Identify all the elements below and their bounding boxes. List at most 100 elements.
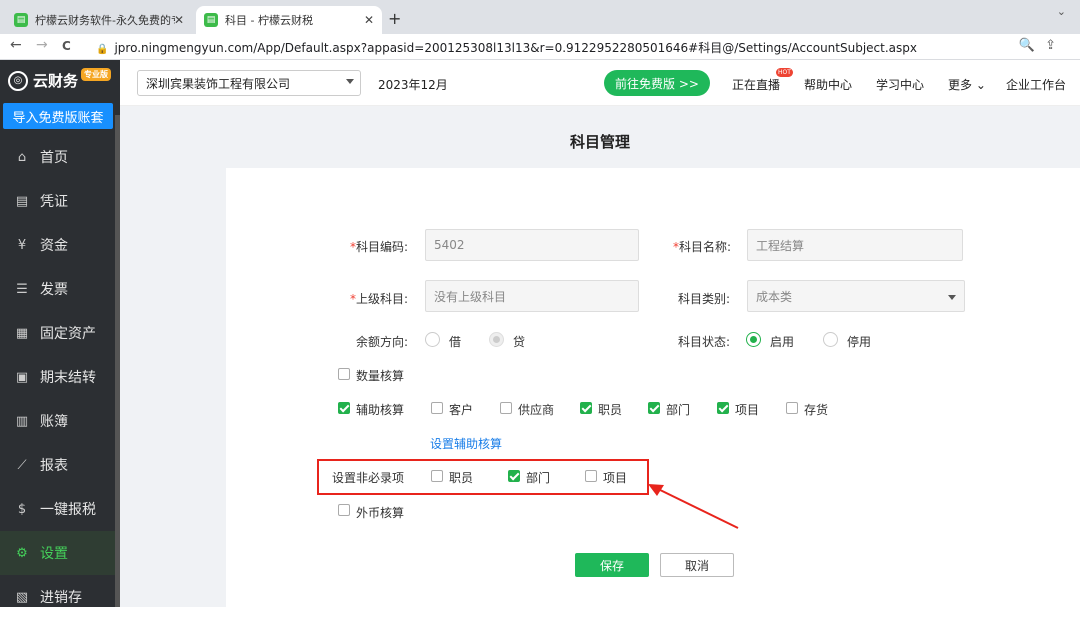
- asset-icon: ▦: [15, 325, 29, 341]
- more-menu[interactable]: 更多 ⌄: [948, 76, 986, 93]
- auxiliary-label: 辅助核算: [356, 403, 405, 417]
- lemon-favicon-icon: ▤: [14, 13, 28, 27]
- set-auxiliary-link[interactable]: 设置辅助核算: [430, 435, 502, 452]
- aux-option-checkbox[interactable]: [580, 402, 592, 414]
- invoice-icon: ☰: [16, 281, 28, 297]
- close-tab-icon[interactable]: ✕: [364, 13, 374, 27]
- cancel-button[interactable]: 取消: [660, 553, 734, 577]
- main-content: 科目管理: [120, 106, 1080, 607]
- foreign-currency-label: 外币核算: [356, 506, 405, 520]
- zoom-icon[interactable]: 🔍: [1019, 38, 1045, 53]
- sidebar-item-1[interactable]: ▤ 凭证: [0, 179, 115, 223]
- report-icon: ⟋: [17, 457, 27, 473]
- quantity-checkbox[interactable]: [338, 368, 350, 380]
- nonrequired-option-label: 职员: [449, 471, 474, 485]
- company-name: 深圳宾果装饰工程有限公司: [146, 76, 291, 91]
- accounting-period[interactable]: 2023年12月: [378, 76, 448, 93]
- foreign-currency-checkbox[interactable]: [338, 504, 350, 516]
- ledger-icon: ▥: [15, 413, 29, 429]
- page-title: 科目管理: [569, 133, 630, 151]
- sidebar-item-label: 首页: [40, 150, 68, 166]
- parent-label: *上级科目:: [350, 292, 409, 306]
- auxiliary-checkbox[interactable]: [338, 402, 350, 414]
- cloud-logo-icon: ◎: [8, 70, 28, 91]
- code-input[interactable]: 5402: [425, 229, 639, 261]
- browser-tab-subject[interactable]: ▤ 科目 - 柠檬云财税 ✕: [196, 6, 382, 34]
- sidebar-item-5[interactable]: ▣ 期末结转: [0, 355, 115, 399]
- voucher-icon: ▤: [15, 193, 29, 209]
- aux-option-label: 存货: [804, 403, 829, 417]
- enabled-label: 启用: [770, 335, 795, 349]
- sidebar-item-7[interactable]: ⟋ 报表: [0, 443, 115, 487]
- top-header: 深圳宾果装饰工程有限公司 2023年12月 前往免费版 >> 正在直播 HOT …: [120, 60, 1080, 106]
- sidebar-item-0[interactable]: ⌂ 首页: [0, 135, 115, 179]
- learning-center-link[interactable]: 学习中心: [876, 76, 924, 93]
- tab-search-icon[interactable]: ⌄: [1057, 5, 1066, 18]
- goto-free-version-button[interactable]: 前往免费版 >>: [604, 70, 710, 96]
- aux-option-label: 供应商: [518, 403, 555, 417]
- category-select[interactable]: 成本类: [747, 280, 965, 312]
- company-select[interactable]: 深圳宾果装饰工程有限公司: [137, 70, 361, 96]
- new-tab-button[interactable]: +: [388, 9, 401, 28]
- save-button[interactable]: 保存: [575, 553, 649, 577]
- app-logo[interactable]: ◎ 云财务 专业版: [8, 68, 112, 91]
- nonrequired-option-checkbox[interactable]: [585, 470, 597, 482]
- hot-badge: HOT: [776, 68, 793, 77]
- sidebar-item-9[interactable]: ⚙ 设置: [0, 531, 115, 575]
- logo-text: 云财务: [33, 72, 79, 90]
- sidebar-item-2[interactable]: ¥ 资金: [0, 223, 115, 267]
- chevron-down-icon: [346, 79, 354, 84]
- sidebar-item-label: 发票: [40, 282, 68, 298]
- sidebar-item-6[interactable]: ▥ 账簿: [0, 399, 115, 443]
- sidebar-item-label: 一键报税: [40, 502, 96, 518]
- parent-input[interactable]: 没有上级科目: [425, 280, 639, 312]
- sidebar-item-label: 进销存: [40, 590, 82, 606]
- period-close-icon: ▣: [15, 369, 29, 385]
- aux-option-checkbox[interactable]: [717, 402, 729, 414]
- disabled-radio[interactable]: [823, 332, 838, 347]
- name-label: *科目名称:: [673, 240, 732, 254]
- address-bar: ← → C 🔒 jpro.ningmengyun.com/App/Default.…: [0, 34, 1080, 60]
- credit-radio[interactable]: [489, 332, 504, 347]
- sidebar-item-3[interactable]: ☰ 发票: [0, 267, 115, 311]
- aux-option-checkbox[interactable]: [500, 402, 512, 414]
- debit-radio[interactable]: [425, 332, 440, 347]
- settings-icon: ⚙: [16, 545, 28, 561]
- live-link[interactable]: 正在直播: [732, 76, 780, 93]
- status-label: 科目状态:: [678, 335, 731, 349]
- back-icon[interactable]: ←: [10, 37, 22, 53]
- category-value: 成本类: [756, 289, 793, 304]
- sidebar-item-4[interactable]: ▦ 固定资产: [0, 311, 115, 355]
- nonrequired-option-label: 部门: [526, 471, 551, 485]
- name-input[interactable]: 工程结算: [747, 229, 963, 261]
- credit-label: 贷: [513, 335, 526, 349]
- debit-label: 借: [449, 335, 462, 349]
- aux-option-label: 项目: [735, 403, 760, 417]
- browser-tab-lemon-home[interactable]: ▤ 柠檬云财务软件-永久免费的专业... ✕: [6, 6, 192, 34]
- category-label: 科目类别:: [678, 292, 731, 306]
- nonrequired-label: 设置非必录项: [332, 471, 405, 485]
- lemon-favicon-icon: ▤: [204, 13, 218, 27]
- nonrequired-option-checkbox[interactable]: [431, 470, 443, 482]
- sidebar-item-8[interactable]: $ 一键报税: [0, 487, 115, 531]
- nonrequired-option-label: 项目: [603, 471, 628, 485]
- sidebar-item-10[interactable]: ▧ 进销存: [0, 575, 115, 619]
- forward-icon[interactable]: →: [36, 37, 48, 53]
- share-icon[interactable]: ⇪: [1045, 38, 1066, 53]
- annotation-arrow-icon: [648, 484, 739, 529]
- import-free-book-button[interactable]: 导入免费版账套: [3, 103, 113, 129]
- enabled-radio[interactable]: [746, 332, 761, 347]
- help-center-link[interactable]: 帮助中心: [804, 76, 852, 93]
- sidebar-item-label: 固定资产: [40, 326, 96, 342]
- enterprise-workbench-link[interactable]: 企业工作台: [1006, 76, 1066, 93]
- aux-option-checkbox[interactable]: [786, 402, 798, 414]
- url-text: jpro.ningmengyun.com/App/Default.aspx?ap…: [114, 41, 917, 55]
- reload-icon[interactable]: C: [62, 39, 71, 53]
- aux-option-checkbox[interactable]: [431, 402, 443, 414]
- url-field[interactable]: 🔒 jpro.ningmengyun.com/App/Default.aspx?a…: [96, 39, 917, 56]
- sidebar-item-label: 凭证: [40, 194, 68, 210]
- aux-option-checkbox[interactable]: [648, 402, 660, 414]
- aux-option-label: 职员: [598, 403, 623, 417]
- nonrequired-option-checkbox[interactable]: [508, 470, 520, 482]
- close-tab-icon[interactable]: ✕: [174, 13, 184, 27]
